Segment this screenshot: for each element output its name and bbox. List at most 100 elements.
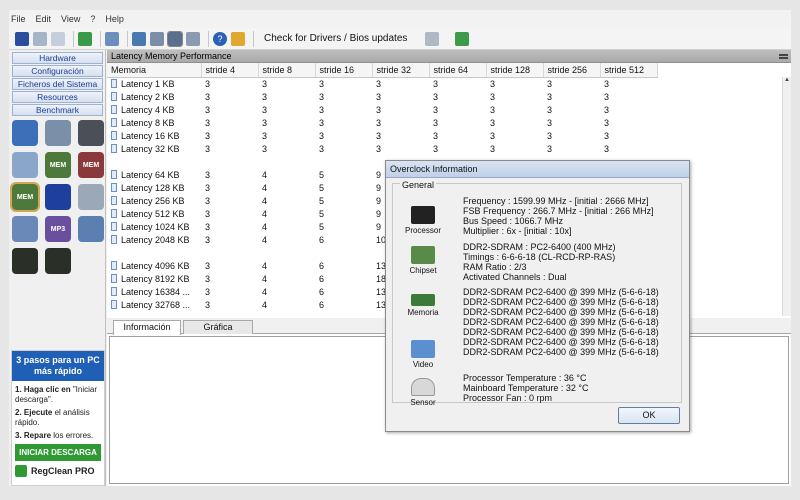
latency-value: 3: [490, 117, 496, 128]
column-header[interactable]: stride 4: [201, 63, 259, 78]
ok-button[interactable]: OK: [618, 407, 680, 424]
chipset-line: DDR2-SDRAM : PC2-6400 (400 MHz): [463, 242, 616, 252]
table-scrollbar[interactable]: ▲ ▼: [782, 77, 791, 316]
latency-value: 4: [262, 195, 268, 206]
latency-value: 3: [319, 143, 325, 154]
memory-cell: Latency 64 KB: [107, 168, 201, 181]
nav-ficheros-del-sistema[interactable]: Ficheros del Sistema: [12, 78, 103, 90]
memory-label: Latency 4096 KB: [121, 260, 190, 271]
latency-value: 3: [433, 91, 439, 102]
menu-help[interactable]: Help: [105, 14, 124, 24]
latency-value: [315, 155, 372, 168]
cpu-benchmark-icon[interactable]: [12, 120, 38, 146]
app-window: File Edit View ? Help ? Check for Driver…: [9, 10, 791, 486]
table-row[interactable]: Latency 2 KB 3 3 3 3 3 3 3 3: [107, 90, 657, 103]
chipset-label: Chipset: [409, 266, 437, 275]
zip-icon[interactable]: [45, 184, 71, 210]
panel-title: Latency Memory Performance: [107, 50, 791, 63]
column-header[interactable]: stride 256: [543, 63, 601, 78]
processor-line: FSB Frequency : 266.7 MHz - [initial : 2…: [463, 206, 654, 216]
latency-value: 3: [604, 104, 610, 115]
pin-icon[interactable]: [779, 54, 788, 59]
memory-cell: [107, 155, 201, 168]
memory-cell: [107, 246, 201, 259]
memory-row-icon: [111, 221, 117, 231]
menu-file[interactable]: File: [11, 14, 26, 24]
memoria-info: DDR2-SDRAM PC2-6400 @ 399 MHz (5-6-6-18)…: [463, 287, 659, 357]
table-row[interactable]: Latency 1 KB 3 3 3 3 3 3 3 3: [107, 77, 657, 90]
memory-row-icon: [111, 273, 117, 283]
column-header[interactable]: stride 32: [372, 63, 430, 78]
mp3-icon[interactable]: MP3: [45, 216, 71, 242]
screenshot-icon[interactable]: [167, 30, 183, 47]
cd-benchmark-icon[interactable]: [12, 216, 38, 242]
report-icon[interactable]: [150, 31, 164, 46]
latency-value: 5: [319, 169, 325, 180]
memory-label: Latency 32 KB: [121, 143, 180, 154]
processor-line: Bus Speed : 1066.7 MHz: [463, 216, 564, 226]
memory-label: Latency 32768 ...: [121, 299, 191, 310]
memory-latency-icon[interactable]: MEM: [10, 182, 40, 212]
search-icon[interactable]: [105, 31, 119, 46]
home-icon[interactable]: [231, 31, 245, 46]
latency-value: 3: [205, 286, 211, 297]
network-icon[interactable]: [12, 152, 38, 178]
network-icon[interactable]: [132, 31, 146, 46]
memory-test-icon[interactable]: MEM: [78, 152, 104, 178]
copy-icon[interactable]: [51, 31, 65, 46]
latency-value: 3: [604, 130, 610, 141]
dialog-title: Overclock Information: [386, 161, 689, 178]
cpu-disk-icon[interactable]: [45, 120, 71, 146]
check-drivers-label[interactable]: Check for Drivers / Bios updates: [264, 33, 407, 44]
table-row[interactable]: Latency 8 KB 3 3 3 3 3 3 3 3: [107, 116, 657, 129]
nav-hardware[interactable]: Hardware: [12, 52, 103, 64]
nvidia-icon[interactable]: [12, 248, 38, 274]
memory-row-icon: [111, 195, 117, 205]
disk-benchmark-icon[interactable]: [78, 120, 104, 146]
table-row[interactable]: Latency 32 KB 3 3 3 3 3 3 3 3: [107, 142, 657, 155]
print-icon[interactable]: [33, 31, 47, 46]
toolbar-separator: [127, 30, 128, 47]
table-row[interactable]: Latency 16 KB 3 3 3 3 3 3 3 3: [107, 129, 657, 142]
download-button[interactable]: INICIAR DESCARGA: [15, 444, 101, 461]
column-header[interactable]: Memoria: [107, 63, 202, 78]
menu-edit[interactable]: Edit: [36, 14, 52, 24]
memory-cell: Latency 256 KB: [107, 194, 201, 207]
save-icon[interactable]: [15, 31, 29, 46]
latency-value: 5: [319, 195, 325, 206]
column-header[interactable]: stride 128: [486, 63, 544, 78]
memory-row-icon: [111, 104, 117, 114]
driver-update-icon[interactable]: [425, 31, 440, 46]
camera-dropdown-icon[interactable]: [186, 31, 200, 46]
processor-info: Frequency : 1599.99 MHz - [initial : 266…: [463, 196, 654, 236]
ad-brand[interactable]: RegClean PRO: [12, 461, 104, 481]
column-header[interactable]: stride 64: [429, 63, 487, 78]
dvd-icon[interactable]: [78, 184, 104, 210]
tab-grafica[interactable]: Gráfica: [183, 320, 253, 334]
help-icon[interactable]: ?: [213, 31, 227, 46]
sidebar: Hardware Configuración Ficheros del Sist…: [9, 50, 106, 486]
menu-view[interactable]: View: [61, 14, 80, 24]
nav-resources[interactable]: Resources: [12, 91, 103, 103]
latency-value: 3: [205, 208, 211, 219]
latency-value: 3: [205, 273, 211, 284]
nvidia-2-icon[interactable]: [45, 248, 71, 274]
bios-update-icon[interactable]: [455, 31, 470, 46]
ad-title: 3 pasos para un PC más rápido: [12, 351, 104, 381]
overclock-dialog: Overclock Information Processor Frequenc…: [385, 160, 690, 432]
menu-question[interactable]: ?: [90, 14, 95, 24]
nav-configuracion[interactable]: Configuración: [12, 65, 103, 77]
memoria-label: Memoria: [407, 308, 439, 317]
table-row[interactable]: Latency 4 KB 3 3 3 3 3 3 3 3: [107, 103, 657, 116]
memory-icon[interactable]: MEM: [45, 152, 71, 178]
nav-benchmark[interactable]: Benchmark: [12, 104, 103, 116]
scroll-up-icon[interactable]: ▲: [783, 77, 791, 86]
column-header[interactable]: stride 16: [315, 63, 373, 78]
refresh-icon[interactable]: [78, 31, 92, 46]
tab-informacion[interactable]: Información: [113, 320, 181, 335]
latency-value: [201, 155, 258, 168]
column-header[interactable]: stride 8: [258, 63, 316, 78]
column-header[interactable]: stride 512: [600, 63, 658, 78]
chipset-line: Activated Channels : Dual: [463, 272, 567, 282]
tools-icon[interactable]: [78, 216, 104, 242]
